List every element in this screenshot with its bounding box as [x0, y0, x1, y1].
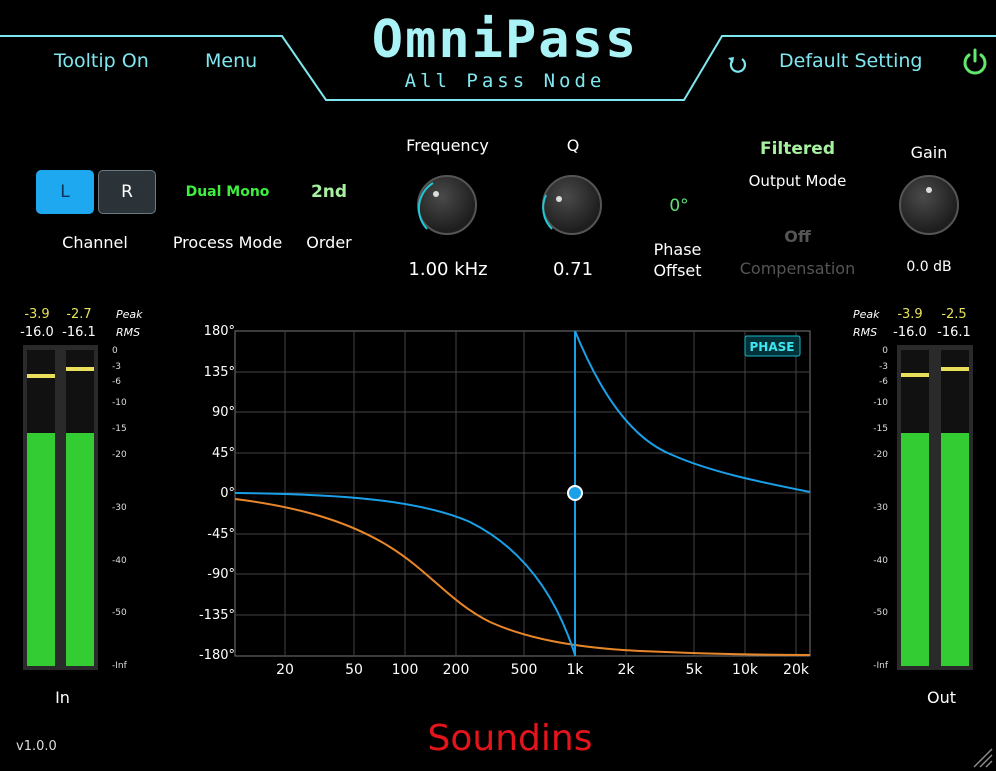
gain-value[interactable]: 0.0 dB [890, 259, 968, 275]
undo-icon[interactable] [726, 52, 748, 76]
out-peak-label: Peak [853, 308, 880, 321]
app-subtitle: All Pass Node [404, 70, 606, 92]
out-scale-7: -40 [873, 556, 888, 566]
process-mode-label: Process Mode [172, 233, 283, 252]
in-meter-left-fill [27, 433, 55, 666]
app-title: OmniPass [371, 10, 639, 70]
out-scale-0: 0 [882, 346, 888, 356]
out-scale-5: -20 [873, 450, 888, 460]
y-tick-m45: -45° [207, 527, 235, 542]
in-scale-0: 0 [112, 346, 118, 356]
out-scale-2: -6 [879, 377, 888, 387]
in-scale-2: -6 [112, 377, 121, 387]
gain-label: Gain [910, 143, 948, 162]
compensation-value[interactable]: Off [735, 227, 860, 246]
out-rms-label: RMS [853, 326, 878, 339]
out-peak-hold-left [901, 373, 929, 377]
channel-left-button[interactable]: L [36, 170, 94, 214]
y-tick-m90: -90° [207, 567, 235, 582]
out-scale-8: -50 [873, 608, 888, 618]
phase-offset-label-2: Offset [653, 261, 702, 280]
x-tick-50: 50 [345, 662, 363, 678]
x-tick-500: 500 [511, 662, 538, 678]
out-scale-9: -Inf [873, 661, 888, 671]
in-peak-hold-right [66, 367, 94, 371]
frequency-value[interactable]: 1.00 kHz [392, 259, 504, 280]
in-label: In [55, 688, 70, 707]
x-tick-1k: 1k [566, 662, 584, 678]
out-rms-left: -16.0 [893, 325, 927, 340]
in-rms-left: -16.0 [20, 325, 54, 340]
menu-button[interactable]: Menu [205, 50, 257, 72]
phase-offset-label-1: Phase [653, 240, 702, 259]
x-tick-2k: 2k [617, 662, 635, 678]
phase-offset-value[interactable]: 0° [655, 196, 703, 216]
x-tick-20k: 20k [783, 662, 810, 678]
y-tick-0: 0° [220, 486, 235, 501]
frequency-label: Frequency [406, 136, 489, 155]
in-peak-left: -3.9 [24, 307, 50, 322]
out-rms-right: -16.1 [937, 325, 971, 340]
y-tick-m180: -180° [199, 648, 235, 663]
out-peak-left: -3.9 [897, 307, 923, 322]
in-scale-9: -Inf [112, 661, 127, 671]
resize-grip-icon[interactable] [970, 745, 994, 769]
x-tick-20: 20 [276, 662, 294, 678]
x-tick-10k: 10k [732, 662, 759, 678]
in-scale-4: -15 [112, 424, 127, 434]
out-peak-hold-right [941, 367, 969, 371]
in-peak-hold-left [27, 374, 55, 378]
output-mode-label: Output Mode [748, 172, 847, 190]
q-knob-arc [542, 194, 553, 230]
tooltip-toggle[interactable]: Tooltip On [54, 50, 149, 72]
in-meter-right-fill [66, 433, 94, 666]
frequency-node-handle[interactable] [567, 485, 583, 501]
y-tick-135: 135° [204, 365, 235, 380]
default-setting-button[interactable]: Default Setting [779, 50, 923, 72]
phase-graph[interactable]: 180° 135° 90° 45° 0° -45° -90° -135° -18… [190, 322, 820, 682]
y-tick-180: 180° [204, 324, 235, 339]
order-label: Order [306, 233, 352, 252]
channel-label: Channel [62, 233, 128, 252]
x-tick-5k: 5k [685, 662, 703, 678]
y-tick-m135: -135° [199, 608, 235, 623]
in-scale-1: -3 [112, 362, 121, 372]
frequency-knob-arc [417, 182, 434, 230]
out-scale-1: -3 [879, 362, 888, 372]
out-label: Out [926, 688, 956, 707]
out-meter-right-fill [941, 433, 969, 666]
compensation-label: Compensation [739, 259, 856, 278]
power-icon[interactable] [960, 47, 990, 77]
in-peak-label: Peak [116, 308, 143, 321]
out-scale-4: -15 [873, 424, 888, 434]
output-mode-value[interactable]: Filtered [735, 139, 860, 159]
out-peak-right: -2.5 [941, 307, 967, 322]
q-value[interactable]: 0.71 [540, 259, 606, 280]
q-label: Q [566, 136, 580, 155]
in-scale-6: -30 [112, 503, 127, 513]
y-tick-90: 90° [212, 405, 235, 420]
gain-knob[interactable] [899, 175, 959, 235]
channel-right-button[interactable]: R [98, 170, 156, 214]
out-scale-3: -10 [873, 398, 888, 408]
in-scale-7: -40 [112, 556, 127, 566]
in-rms-right: -16.1 [62, 325, 96, 340]
x-tick-100: 100 [392, 662, 419, 678]
in-rms-label: RMS [116, 326, 141, 339]
phase-badge[interactable]: PHASE [750, 340, 795, 354]
in-peak-right: -2.7 [66, 307, 92, 322]
x-tick-200: 200 [443, 662, 470, 678]
out-scale-6: -30 [873, 503, 888, 513]
in-scale-5: -20 [112, 450, 127, 460]
brand-logo: Soundins [427, 718, 593, 759]
in-scale-3: -10 [112, 398, 127, 408]
out-meter-left-fill [901, 433, 929, 666]
process-mode-value[interactable]: Dual Mono [170, 184, 285, 200]
order-value[interactable]: 2nd [300, 182, 358, 202]
version-label: v1.0.0 [16, 739, 57, 754]
y-tick-45: 45° [212, 446, 235, 461]
in-scale-8: -50 [112, 608, 127, 618]
